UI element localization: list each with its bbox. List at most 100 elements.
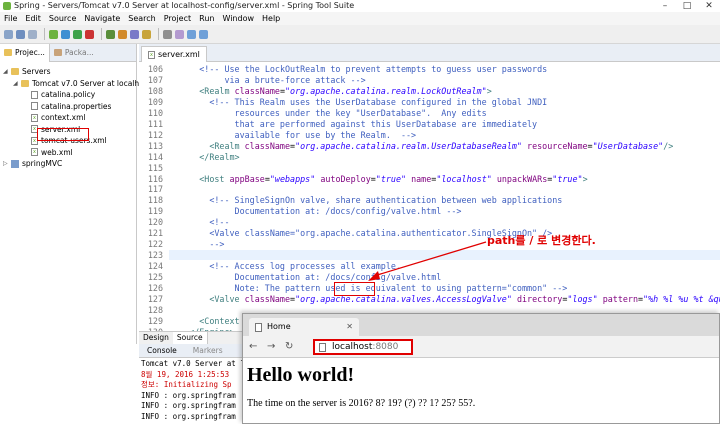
- annotation-icon[interactable]: [175, 29, 184, 39]
- tree-item-label: catalina.policy: [41, 90, 96, 99]
- code-token: "org.apache.catalina.realm.LockOutRealm": [285, 85, 487, 96]
- tab-close-icon[interactable]: ✕: [346, 318, 353, 336]
- tab-project-explorer[interactable]: Projec...: [0, 43, 50, 62]
- line-number: 125: [147, 272, 163, 283]
- line-number: 118: [147, 195, 163, 206]
- code-line: <!--: [169, 217, 229, 227]
- url-host: localhost: [332, 342, 373, 352]
- code-line: <Realm className="org.apache.catalina.re…: [169, 85, 492, 96]
- chevron-down-icon[interactable]: ◢: [3, 66, 10, 77]
- console-line: 정보: Initializing Sp: [141, 380, 232, 389]
- back-icon[interactable]: [187, 29, 196, 39]
- new-icon[interactable]: [4, 29, 13, 39]
- new-java-project-icon[interactable]: [130, 29, 139, 39]
- file-icon: [31, 90, 38, 99]
- back-arrow-icon[interactable]: ←: [249, 340, 257, 354]
- menu-edit[interactable]: Edit: [25, 14, 41, 23]
- menu-run[interactable]: Run: [199, 14, 214, 23]
- menu-window[interactable]: Window: [222, 14, 254, 23]
- address-bar[interactable]: localhost:8080: [313, 339, 413, 355]
- spring-app-icon: [3, 2, 11, 10]
- page-icon: [255, 323, 262, 332]
- code-token: <Host: [199, 173, 230, 184]
- code-token: "logs": [567, 293, 598, 304]
- line-number: 124: [147, 261, 163, 272]
- open-type-icon[interactable]: [142, 29, 151, 39]
- menu-project[interactable]: Project: [164, 14, 191, 23]
- code-token: "localhost": [436, 173, 492, 184]
- menu-help[interactable]: Help: [262, 14, 280, 23]
- reload-icon[interactable]: ↻: [285, 340, 293, 354]
- code-token: <Context: [199, 315, 245, 326]
- tree-item[interactable]: ◢ Servers: [3, 66, 51, 77]
- forward-arrow-icon[interactable]: →: [267, 340, 275, 354]
- forward-icon[interactable]: [199, 29, 208, 39]
- tree-item[interactable]: x context.xml: [23, 112, 85, 123]
- code-token: directory: [516, 293, 563, 304]
- search-icon[interactable]: [163, 29, 172, 39]
- code-token: "true": [552, 173, 583, 184]
- code-token: className: [234, 85, 280, 96]
- line-number: 106: [147, 64, 163, 74]
- browser-nav-bar: ← → ↻ localhost:8080: [243, 336, 719, 358]
- xml-file-icon: x: [31, 148, 38, 156]
- line-number: 128: [147, 304, 163, 315]
- code-token: autoDeploy: [320, 173, 371, 184]
- annotation-text: path를 / 로 변경한다.: [487, 234, 596, 247]
- run-icon[interactable]: [73, 29, 82, 39]
- tree-item[interactable]: catalina.policy: [23, 89, 95, 100]
- code-token: <!-- This Realm uses the UserDatabase co…: [209, 96, 548, 107]
- tree-item[interactable]: x web.xml: [23, 147, 73, 158]
- tree-item-label: catalina.properties: [41, 101, 112, 111]
- window-title: Spring - Servers/Tomcat v7.0 Server at l…: [14, 1, 355, 10]
- debug-icon[interactable]: [61, 29, 70, 39]
- code-token: >: [582, 173, 588, 184]
- tree-item[interactable]: catalina.properties: [23, 101, 111, 112]
- tab-markers[interactable]: Markers: [185, 346, 231, 355]
- tree-item[interactable]: ▷ springMVC: [3, 158, 62, 169]
- line-number: 114: [147, 151, 163, 162]
- console-line: 8월 19, 2016 1:25:53: [141, 369, 230, 379]
- menu-file[interactable]: File: [4, 14, 17, 23]
- spring-icon[interactable]: [49, 29, 58, 39]
- menu-search[interactable]: Search: [128, 14, 155, 23]
- code-token: "org.apache.catalina.valves.AccessLogVal…: [295, 293, 512, 304]
- tree-item[interactable]: ◢ Tomcat v7.0 Server at localho: [13, 78, 144, 89]
- tab-server-xml[interactable]: x server.xml: [141, 46, 207, 62]
- stop-icon[interactable]: [85, 29, 94, 39]
- line-number: 115: [147, 162, 163, 173]
- menu-navigate[interactable]: Navigate: [84, 14, 120, 23]
- menu-source[interactable]: Source: [49, 14, 76, 23]
- tab-design[interactable]: Design: [139, 332, 173, 344]
- save-all-icon[interactable]: [28, 29, 37, 39]
- close-icon[interactable]: ✕: [698, 0, 720, 12]
- code-token: >: [486, 85, 492, 96]
- external-tools-icon[interactable]: [118, 29, 127, 39]
- chevron-right-icon[interactable]: ▷: [3, 158, 10, 169]
- line-number: 107: [147, 74, 163, 85]
- run-last-icon[interactable]: [106, 29, 115, 39]
- line-number: 108: [147, 85, 163, 96]
- tab-source[interactable]: Source: [172, 332, 208, 344]
- browser-tab-home[interactable]: Home ✕: [249, 318, 359, 336]
- left-tabs: Projec... Packa...: [0, 43, 136, 62]
- line-number: 110: [147, 107, 163, 118]
- minimize-icon[interactable]: –: [654, 0, 676, 12]
- tab-console[interactable]: Console: [139, 346, 185, 355]
- code-line: <Valve className="org.apache.catalina.va…: [169, 294, 720, 304]
- tab-package-explorer[interactable]: Packa...: [50, 44, 98, 62]
- code-token: <!-- SingleSignOn valve, share authentic…: [209, 195, 563, 206]
- code-token: <Realm: [209, 140, 245, 151]
- code-line: via a brute-force attack -->: [169, 75, 365, 85]
- maximize-icon[interactable]: □: [676, 0, 698, 12]
- code-token: name: [411, 173, 432, 184]
- line-number: 116: [147, 173, 163, 184]
- chevron-down-icon[interactable]: ◢: [13, 78, 20, 89]
- save-icon[interactable]: [16, 29, 25, 39]
